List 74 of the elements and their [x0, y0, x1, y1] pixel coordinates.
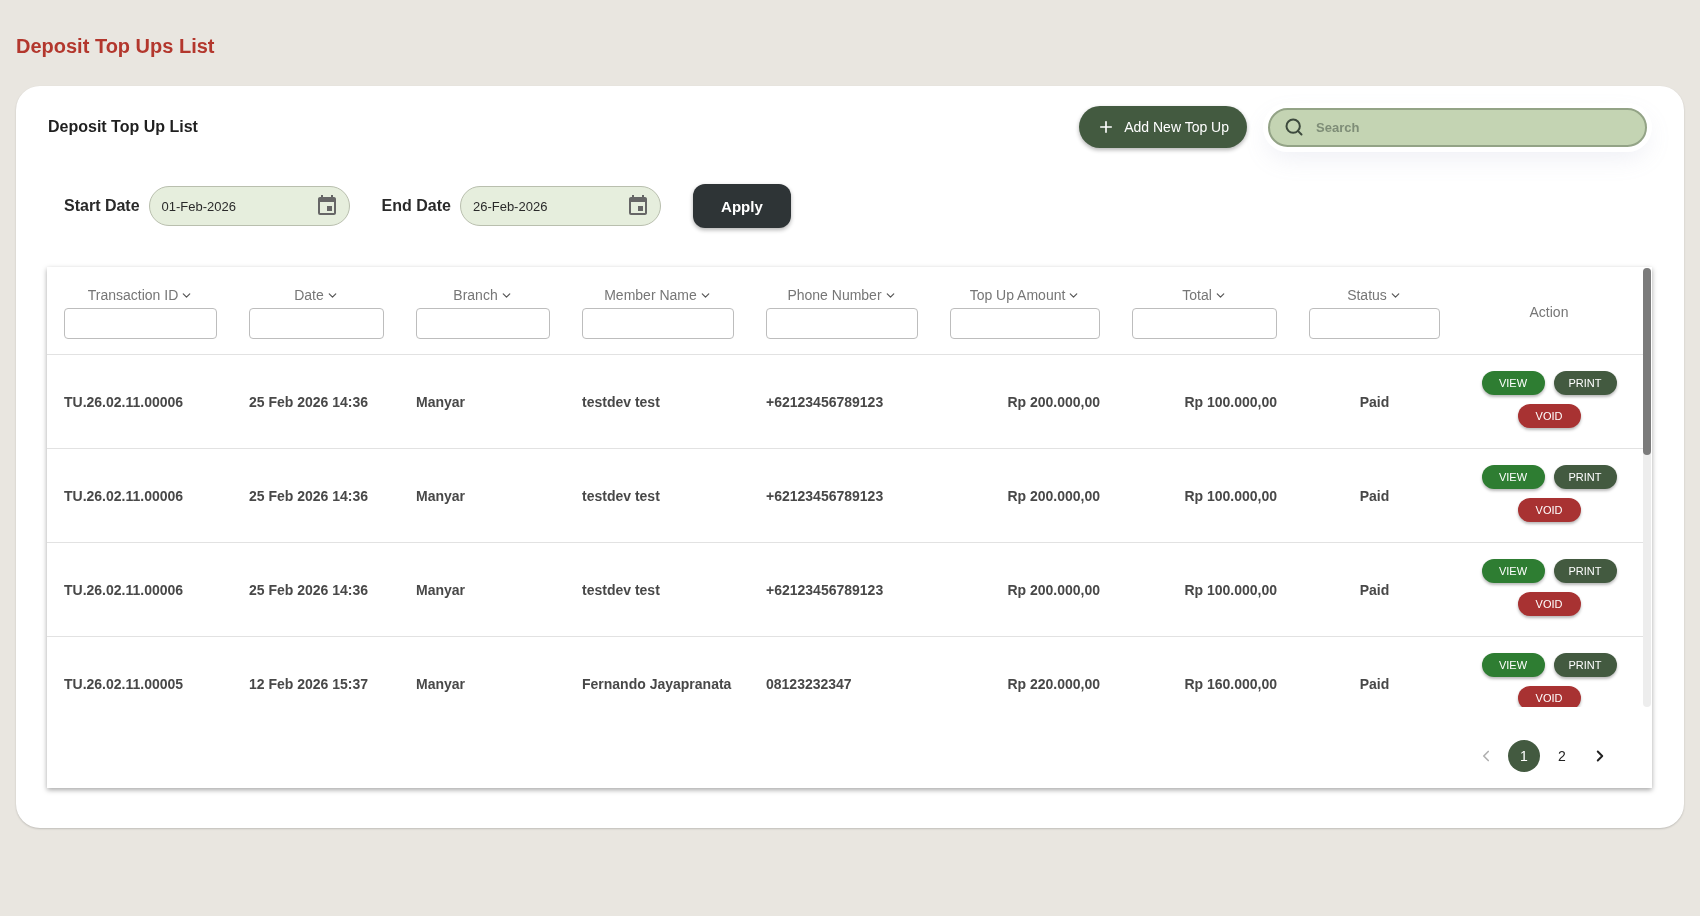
table-cell-text: Paid: [1358, 675, 1391, 692]
void-button[interactable]: VOID: [1517, 592, 1581, 616]
table-cell-text: Manyar: [416, 487, 467, 504]
void-button[interactable]: VOID: [1517, 404, 1581, 428]
table-cell-text: Rp 100.000,00: [1183, 393, 1277, 410]
page-button[interactable]: 2: [1546, 739, 1578, 772]
table-cell-text: TU.26.02.11.00006: [64, 393, 185, 410]
table-cell-text: +62123456789123: [766, 487, 885, 504]
column-header[interactable]: Date: [294, 287, 324, 303]
filter-input[interactable]: [582, 308, 734, 339]
table-cell-text: 25 Feb 2026 14:36: [249, 393, 370, 410]
column-header[interactable]: Branch: [453, 287, 498, 303]
table-cell-text: Rp 100.000,00: [1183, 581, 1277, 598]
print-button[interactable]: PRINT: [1553, 653, 1617, 677]
page-button[interactable]: 1: [1508, 739, 1540, 772]
table-cell-text: Rp 220.000,00: [1006, 675, 1100, 692]
view-button[interactable]: VIEW: [1481, 653, 1545, 677]
print-button[interactable]: PRINT: [1553, 371, 1617, 395]
table-cell-text: 25 Feb 2026 14:36: [249, 581, 370, 598]
table-cell-text: Rp 100.000,00: [1183, 487, 1277, 504]
apply-button[interactable]: Apply: [692, 184, 791, 228]
table-cell-text: Fernando Jayapranata: [582, 675, 733, 692]
date-field[interactable]: 01-Feb-2026: [148, 186, 350, 226]
column-header: Action: [1529, 304, 1569, 320]
table-cell-text: Rp 200.000,00: [1006, 581, 1100, 598]
filter-input[interactable]: [249, 308, 384, 339]
column-header[interactable]: Top Up Amount: [969, 287, 1066, 303]
column-header[interactable]: Phone Number: [787, 287, 882, 303]
filter-input[interactable]: [766, 308, 918, 339]
column-header[interactable]: Member Name: [604, 287, 697, 303]
card-title: Deposit Top Up List: [48, 118, 198, 136]
table-cell-text: Rp 160.000,00: [1183, 675, 1277, 692]
date-label: End Date: [381, 197, 451, 215]
table-cell-text: TU.26.02.11.00006: [64, 581, 185, 598]
table-cell-text: Rp 200.000,00: [1006, 393, 1100, 410]
table-cell-text: +62123456789123: [766, 393, 885, 410]
scrollbar[interactable]: [1643, 268, 1651, 707]
add-new-top-up-button[interactable]: Add New Top Up: [1079, 106, 1247, 148]
table-cell-text: +62123456789123: [766, 581, 885, 598]
date-label: Start Date: [64, 197, 140, 215]
print-button[interactable]: PRINT: [1553, 559, 1617, 583]
filter-input[interactable]: [64, 308, 217, 339]
table-cell-text: Manyar: [416, 393, 467, 410]
view-button[interactable]: VIEW: [1481, 559, 1545, 583]
table-cell-text: 08123232347: [766, 675, 853, 692]
column-header[interactable]: Total: [1182, 287, 1212, 303]
table-cell-text: Manyar: [416, 581, 467, 598]
search-icon: [1284, 116, 1304, 137]
void-button[interactable]: VOID: [1517, 498, 1581, 522]
search-field[interactable]: Search: [1268, 107, 1647, 147]
column-header[interactable]: Status: [1347, 287, 1387, 303]
table-cell-text: Manyar: [416, 675, 467, 692]
date-field[interactable]: 26-Feb-2026: [459, 186, 661, 226]
filter-input[interactable]: [1309, 308, 1440, 339]
table-cell-text: Paid: [1358, 487, 1391, 504]
table-cell-text: 25 Feb 2026 14:36: [249, 487, 370, 504]
table-cell-text: testdev test: [582, 393, 661, 410]
table-cell-text: testdev test: [582, 487, 661, 504]
filter-input[interactable]: [950, 308, 1100, 339]
table-cell-text: TU.26.02.11.00005: [64, 675, 185, 692]
print-button[interactable]: PRINT: [1553, 465, 1617, 489]
view-button[interactable]: VIEW: [1481, 465, 1545, 489]
table-cell-text: Paid: [1358, 393, 1391, 410]
table-cell-text: Rp 200.000,00: [1006, 487, 1100, 504]
filter-input[interactable]: [416, 308, 550, 339]
filter-input[interactable]: [1132, 308, 1277, 339]
view-button[interactable]: VIEW: [1481, 371, 1545, 395]
column-header[interactable]: Transaction ID: [87, 287, 179, 303]
table-cell-text: Paid: [1358, 581, 1391, 598]
table-cell-text: TU.26.02.11.00006: [64, 487, 185, 504]
table-cell-text: testdev test: [582, 581, 661, 598]
table-cell-text: 12 Feb 2026 15:37: [249, 675, 370, 692]
page-title: Deposit Top Ups List: [16, 34, 215, 58]
void-button[interactable]: VOID: [1517, 686, 1581, 707]
